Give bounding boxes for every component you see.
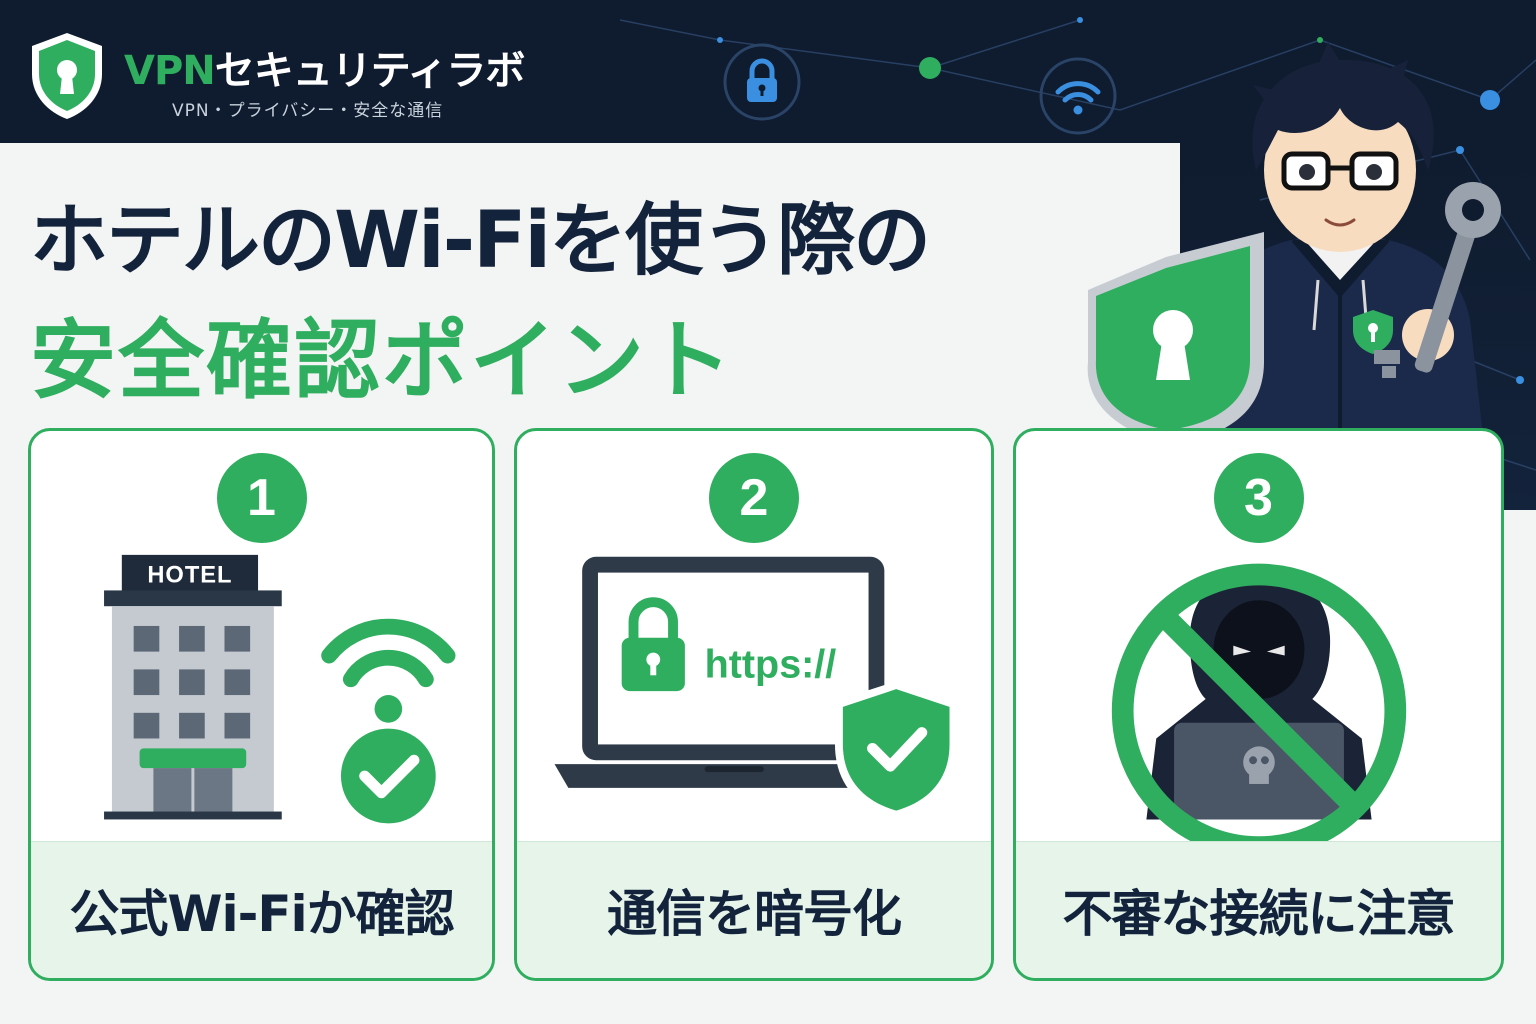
card-suspicious: 3 不審な接続に注意	[1013, 428, 1504, 981]
card-official-wifi: 1 HOTEL 公式Wi-Fiか確認	[28, 428, 495, 981]
card-illustration	[1111, 563, 1407, 849]
card-number-badge: 2	[709, 453, 799, 543]
card-footer: 不審な接続に注意	[1016, 841, 1501, 978]
brand-name-accent: VPN	[124, 48, 216, 94]
url-text: https://	[705, 642, 837, 686]
page-title-line1: ホテルのWi-Fiを使う際の	[30, 196, 931, 286]
shield-check-icon	[834, 681, 958, 820]
card-label: 通信を暗号化	[607, 885, 902, 943]
logo-shield-icon	[32, 33, 102, 119]
card-illustration: HOTEL	[104, 554, 456, 824]
brand-name: VPNセキュリティラボ	[124, 38, 526, 96]
lock-icon	[723, 43, 801, 121]
card-encrypt: 2 https:// 通信を暗号化	[514, 428, 994, 981]
card-footer: 通信を暗号化	[517, 841, 991, 978]
hotel-building-icon	[104, 554, 282, 820]
brand-tagline: VPN・プライバシー・安全な通信	[172, 101, 444, 121]
card-number-badge: 1	[216, 453, 307, 543]
card-illustration: https://	[554, 556, 958, 820]
card-label: 不審な接続に注意	[1062, 885, 1456, 943]
hotel-sign-text: HOTEL	[147, 563, 232, 589]
check-circle-icon	[340, 728, 436, 824]
page-title-line2: 安全確認ポイント	[30, 311, 734, 411]
brand-name-rest: セキュリティラボ	[214, 48, 526, 94]
card-number-badge: 3	[1213, 453, 1304, 543]
mascot-character	[1087, 42, 1501, 480]
card-footer: 公式Wi-Fiか確認	[31, 841, 492, 978]
wifi-icon	[321, 618, 456, 723]
network-node-green	[919, 57, 941, 79]
card-label: 公式Wi-Fiか確認	[69, 885, 454, 943]
